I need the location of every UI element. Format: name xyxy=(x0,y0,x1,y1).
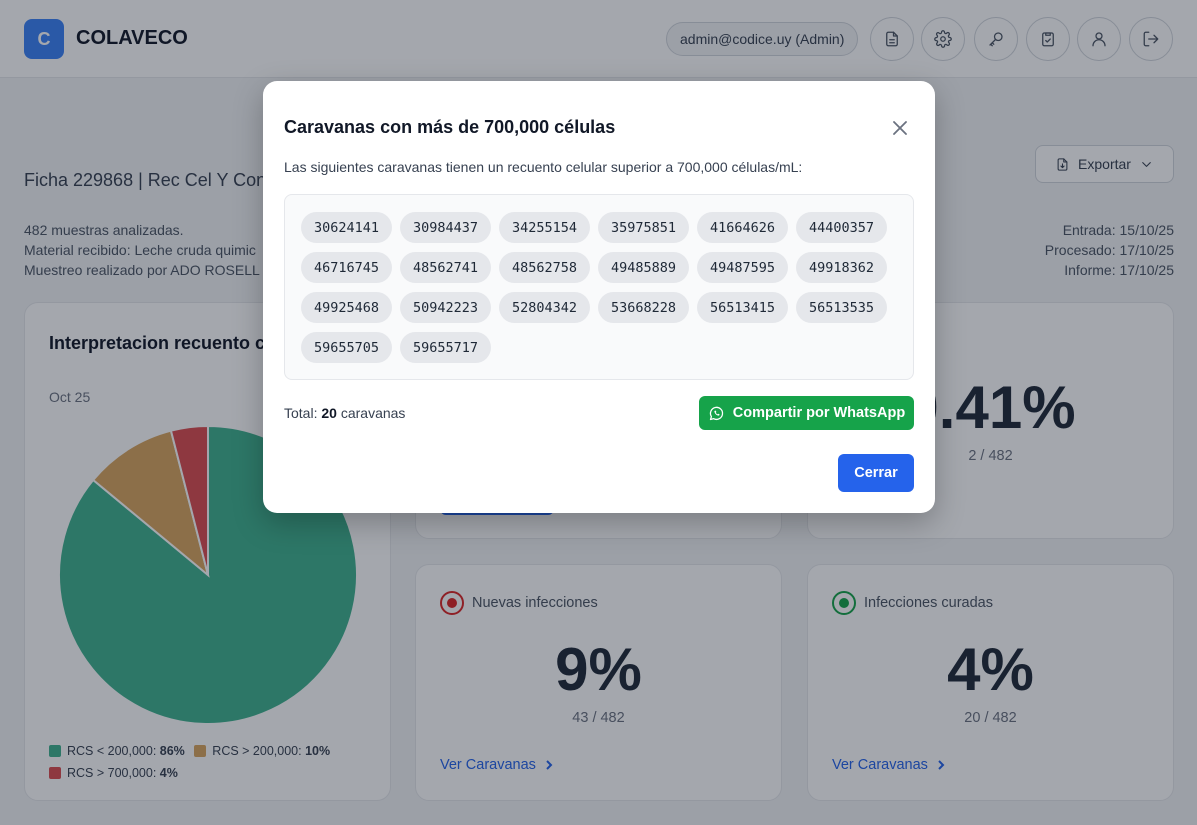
caravana-tag: 56513415 xyxy=(697,292,788,323)
whatsapp-icon xyxy=(709,406,723,420)
caravana-tag: 48562758 xyxy=(499,252,590,283)
caravana-tag: 49925468 xyxy=(301,292,392,323)
caravana-tag: 34255154 xyxy=(499,212,590,243)
whatsapp-label: Compartir por WhatsApp xyxy=(732,405,906,421)
caravana-tag: 59655717 xyxy=(400,332,491,363)
caravanas-modal: Caravanas con más de 700,000 células Las… xyxy=(263,81,935,513)
caravana-tag: 48562741 xyxy=(400,252,491,283)
caravana-tag: 49485889 xyxy=(598,252,689,283)
caravana-tag: 59655705 xyxy=(301,332,392,363)
caravana-tag: 44400357 xyxy=(796,212,887,243)
modal-description: Las siguientes caravanas tienen un recue… xyxy=(284,159,803,175)
caravana-tag: 41664626 xyxy=(697,212,788,243)
caravana-tag: 53668228 xyxy=(598,292,689,323)
caravana-tag: 49487595 xyxy=(697,252,788,283)
caravana-tag: 30984437 xyxy=(400,212,491,243)
caravana-tag: 35975851 xyxy=(598,212,689,243)
total-suffix: caravanas xyxy=(340,405,406,421)
caravanas-list: 30624141 30984437 34255154 35975851 41664626… xyxy=(284,194,914,380)
modal-title: Caravanas con más de 700,000 células xyxy=(284,117,616,137)
caravana-tag: 49918362 xyxy=(796,252,887,283)
caravana-tag: 46716745 xyxy=(301,252,392,283)
caravana-tag: 52804342 xyxy=(499,292,590,323)
caravana-tag: 50942223 xyxy=(400,292,491,323)
cerrar-button[interactable]: Cerrar xyxy=(838,454,914,492)
total-text: Total: 20 caravanas xyxy=(284,405,405,421)
total-label: Total: xyxy=(284,405,318,421)
total-count: 20 xyxy=(321,405,337,421)
close-icon xyxy=(893,121,907,135)
whatsapp-share-button[interactable]: Compartir por WhatsApp xyxy=(699,396,914,430)
caravana-tag: 30624141 xyxy=(301,212,392,243)
close-button[interactable] xyxy=(891,119,909,137)
caravana-tag: 56513535 xyxy=(796,292,887,323)
